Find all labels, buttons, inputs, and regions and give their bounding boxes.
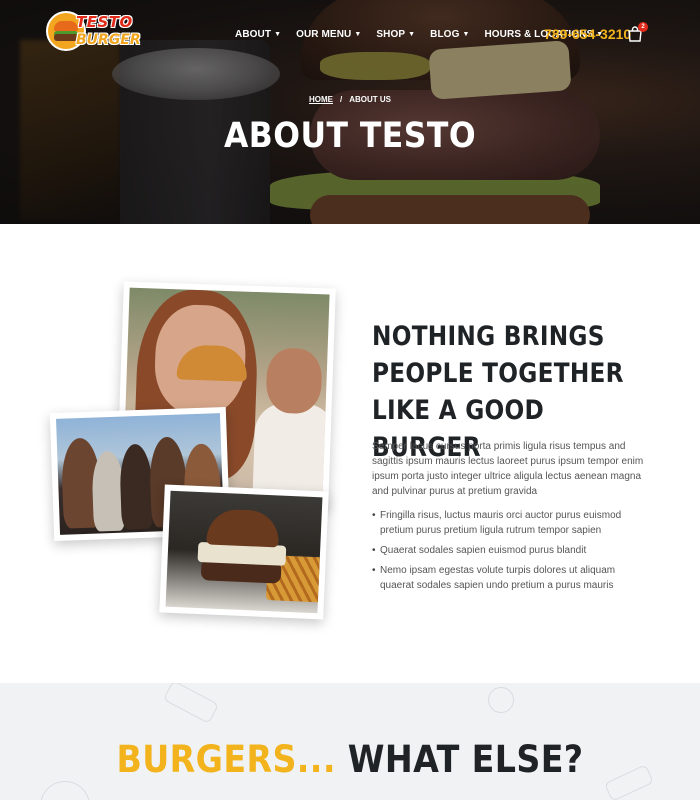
- breadcrumb-home-link[interactable]: HOME: [309, 95, 333, 104]
- hero-banner: TESTO BURGER ABOUT ▼ OUR MENU ▼ SHOP ▼ BLOG…: [0, 0, 700, 224]
- cart-count-badge: 2: [638, 22, 648, 32]
- nav-shop-label: SHOP: [376, 29, 406, 40]
- photo-burger-plate: [159, 484, 329, 620]
- burgers-section: BURGERS... WHAT ELSE?: [0, 683, 700, 800]
- about-bullet-list: Fringilla risus, luctus mauris orci auct…: [372, 508, 644, 598]
- chevron-down-icon: ▼: [274, 31, 282, 38]
- section-title-highlight: BURGERS...: [116, 738, 336, 781]
- logo-word-2: BURGER: [76, 32, 141, 48]
- nav-our-menu[interactable]: OUR MENU ▼: [296, 29, 361, 40]
- chevron-down-icon: ▼: [462, 31, 470, 38]
- nav-shop[interactable]: SHOP ▼: [376, 29, 415, 40]
- section-title: BURGERS... WHAT ELSE?: [35, 738, 665, 781]
- section-title-rest: WHAT ELSE?: [335, 738, 584, 781]
- list-item: Quaerat sodales sapien euismod purus bla…: [372, 543, 644, 558]
- breadcrumb-separator: /: [339, 95, 343, 104]
- list-item: Nemo ipsam egestas volute turpis dolores…: [372, 563, 644, 593]
- plate-doodle-icon: [40, 781, 90, 800]
- logo-word-1: TESTO: [76, 13, 133, 31]
- nav-our-menu-label: OUR MENU: [296, 29, 352, 40]
- cart-button[interactable]: 2: [627, 22, 648, 44]
- chevron-down-icon: ▼: [354, 31, 362, 38]
- list-item: Fringilla risus, luctus mauris orci auct…: [372, 508, 644, 538]
- site-logo[interactable]: TESTO BURGER: [46, 11, 141, 55]
- breadcrumb-current: ABOUT US: [349, 95, 391, 104]
- page-title: ABOUT TESTO: [223, 116, 477, 156]
- nav-about-label: ABOUT: [235, 29, 272, 40]
- bacon-doodle-icon: [162, 683, 220, 724]
- nav-blog-label: BLOG: [430, 29, 460, 40]
- food-doodle-icon: [488, 687, 514, 713]
- phone-number-link[interactable]: 789-654-3210: [544, 26, 631, 42]
- nav-blog[interactable]: BLOG ▼: [430, 29, 469, 40]
- chevron-down-icon: ▼: [408, 31, 416, 38]
- about-paragraph: Semper lacus cursus porta primis ligula …: [372, 441, 644, 497]
- breadcrumb: HOME / ABOUT US: [0, 95, 700, 104]
- nav-about[interactable]: ABOUT ▼: [235, 29, 281, 40]
